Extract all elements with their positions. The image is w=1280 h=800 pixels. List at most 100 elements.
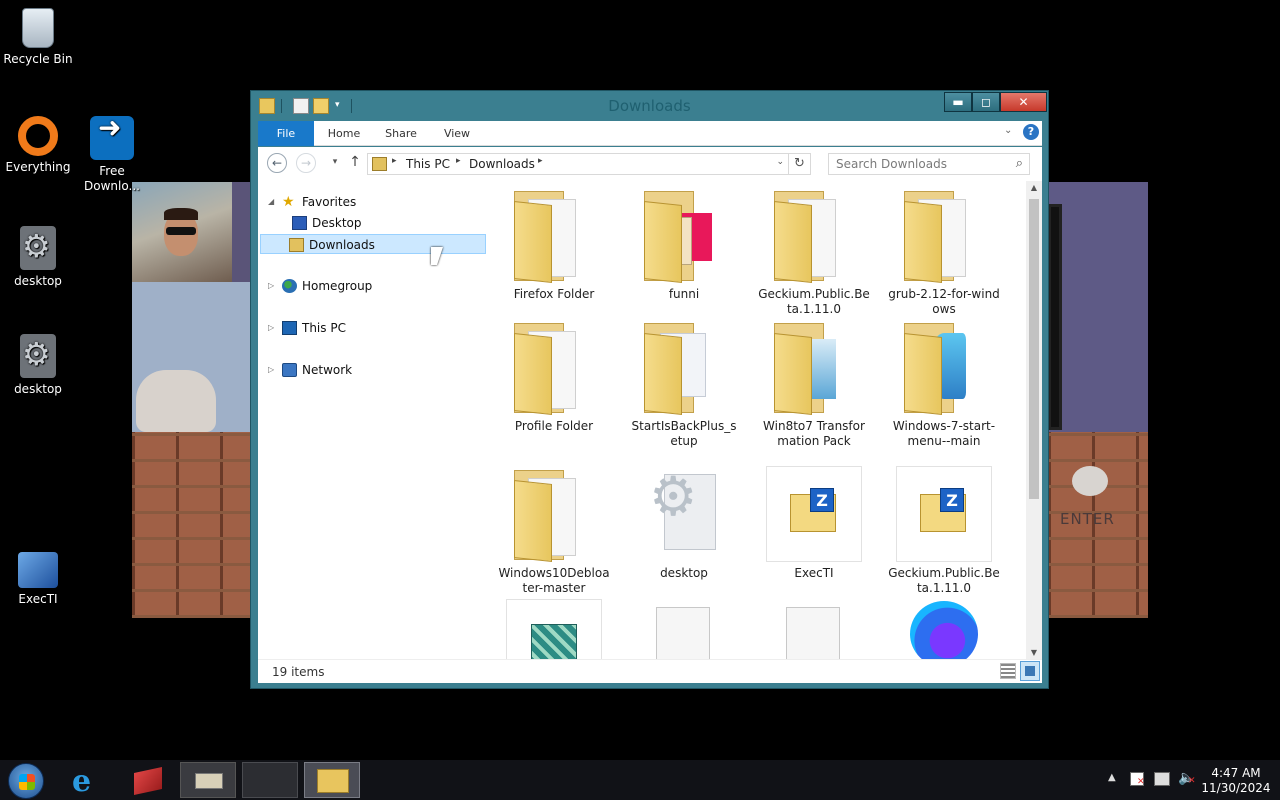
desktop-icon-free-download-manager[interactable]: Free Downlo... — [74, 116, 150, 194]
action-center-flag-icon[interactable] — [1130, 772, 1145, 787]
file-item-zip[interactable]: Z Geckium.Public.Beta.1.11.0 — [888, 466, 1000, 596]
expand-arrow-icon[interactable]: ▷ — [268, 360, 278, 380]
maximize-button[interactable]: ◻ — [972, 92, 1000, 112]
show-hidden-icons-chevron-icon[interactable]: ▲ — [1108, 772, 1116, 783]
folder-icon — [896, 319, 992, 415]
desktop-icon-recycle-bin[interactable]: Recycle Bin — [0, 8, 76, 67]
file-item-label: Geckium.Public.Beta.1.11.0 — [888, 566, 1000, 595]
search-icon[interactable]: ⌕ — [1016, 156, 1023, 171]
desktop-icon-everything[interactable]: Everything — [0, 116, 76, 175]
file-item-settings-file[interactable]: desktop — [628, 466, 740, 581]
internet-explorer-icon: e — [72, 764, 92, 799]
downloads-icon — [372, 157, 387, 171]
folder-icon — [766, 187, 862, 283]
explorer-window: ▾ Downloads ▬ ◻ ✕ File Home Share View ⌄… — [250, 90, 1049, 689]
desktop-icon-desktop-ini[interactable]: desktop — [0, 226, 76, 289]
network-tray-icon[interactable] — [1154, 772, 1170, 786]
start-button[interactable] — [8, 763, 44, 799]
file-item-folder[interactable]: Windows-7-start-menu--main — [888, 319, 1000, 449]
tab-file[interactable]: File — [258, 121, 314, 146]
expand-arrow-icon[interactable]: ▷ — [268, 318, 278, 338]
file-item-folder[interactable]: Profile Folder — [498, 319, 610, 434]
taskbar-file-explorer[interactable] — [304, 762, 360, 798]
scrollbar-thumb[interactable] — [1029, 199, 1039, 499]
expand-arrow-icon[interactable]: ▷ — [268, 276, 278, 296]
taskbar-internet-explorer[interactable]: e — [60, 762, 116, 799]
nav-item-network[interactable]: ▷ Network — [268, 360, 488, 380]
file-item-folder[interactable]: grub-2.12-for-windows — [888, 187, 1000, 317]
nav-item-this-pc[interactable]: ▷ This PC — [268, 318, 488, 338]
ribbon-tabs: File Home Share View ⌄ ? — [258, 121, 1042, 146]
network-icon — [282, 363, 297, 377]
scanner-icon — [195, 773, 223, 789]
title-bar[interactable]: ▾ Downloads ▬ ◻ ✕ — [251, 91, 1048, 121]
breadcrumb-this-pc[interactable]: This PC — [406, 157, 450, 171]
taskbar-running-app[interactable] — [242, 762, 298, 798]
tab-home[interactable]: Home — [320, 121, 368, 146]
forward-button[interactable]: → — [296, 153, 316, 173]
expand-ribbon-chevron-icon[interactable]: ⌄ — [1004, 125, 1012, 136]
folder-icon — [506, 466, 602, 562]
taskbar-scanner-app[interactable] — [180, 762, 236, 798]
folder-icon — [636, 319, 732, 415]
minimize-button[interactable]: ▬ — [944, 92, 972, 112]
nav-item-favorites[interactable]: ◢ ★ Favorites — [268, 192, 488, 212]
desktop-icon-label: Everything — [5, 160, 71, 174]
file-item-label: funni — [668, 287, 700, 301]
file-item-folder[interactable]: StartIsBackPlus_setup — [628, 319, 740, 449]
execti-shield-icon — [18, 552, 58, 588]
nav-item-label: Network — [302, 363, 353, 377]
file-item-label: Geckium.Public.Beta.1.11.0 — [758, 287, 870, 316]
desktop-icon-label: desktop — [14, 382, 62, 396]
nav-item-desktop[interactable]: Desktop — [278, 213, 484, 233]
mouse-cursor-icon — [431, 247, 443, 265]
navigation-pane: ◢ ★ Favorites Desktop Downloads ▷ Homegr… — [258, 181, 488, 659]
file-item-firefox[interactable] — [888, 599, 1000, 659]
desktop-icon-label: desktop — [14, 274, 62, 288]
search-box[interactable]: ⌕ — [828, 153, 1030, 175]
breadcrumb-separator[interactable]: ▸ — [392, 156, 397, 166]
explorer-body: ◢ ★ Favorites Desktop Downloads ▷ Homegr… — [258, 181, 1042, 659]
close-button[interactable]: ✕ — [1000, 92, 1047, 112]
background-dark-panel — [1048, 204, 1062, 430]
file-item-folder[interactable]: Geckium.Public.Beta.1.11.0 — [758, 187, 870, 317]
file-item-folder[interactable]: Win8to7 Transformation Pack — [758, 319, 870, 449]
refresh-button[interactable]: ↻ — [789, 153, 811, 175]
file-item-file[interactable] — [758, 599, 870, 659]
breadcrumb-separator[interactable]: ▸ — [456, 156, 461, 166]
back-button[interactable]: ← — [267, 153, 287, 173]
file-item-zip[interactable]: Z ExecTI — [758, 466, 870, 581]
nav-item-downloads[interactable]: Downloads — [260, 234, 486, 254]
tab-view[interactable]: View — [434, 121, 480, 146]
file-item-folder[interactable]: funni — [628, 187, 740, 302]
tab-share[interactable]: Share — [376, 121, 426, 146]
breadcrumb-downloads[interactable]: Downloads — [469, 157, 535, 171]
collapse-arrow-icon[interactable]: ◢ — [268, 192, 278, 212]
up-button[interactable]: ↑ — [345, 153, 365, 173]
vertical-scrollbar[interactable]: ▲ ▼ — [1026, 181, 1042, 659]
desktop-icon-desktop-ini-2[interactable]: desktop — [0, 334, 76, 397]
desktop-icon-execti[interactable]: ExecTI — [0, 552, 76, 607]
nav-item-homegroup[interactable]: ▷ Homegroup — [268, 276, 488, 296]
details-view-icon[interactable] — [1000, 663, 1016, 679]
large-icons-view-icon[interactable] — [1020, 661, 1040, 681]
help-icon[interactable]: ? — [1023, 124, 1039, 140]
address-bar[interactable]: ▸ This PC ▸ Downloads ▸ ⌄ — [367, 153, 789, 175]
taskbar-app-box[interactable] — [120, 762, 176, 798]
free-download-manager-icon — [90, 116, 134, 160]
recent-locations-chevron-icon[interactable]: ▾ — [325, 153, 345, 173]
settings-file-icon — [20, 334, 56, 378]
system-clock[interactable]: 4:47 AM 11/30/2024 — [1200, 766, 1272, 796]
window-title: Downloads — [608, 97, 691, 115]
file-explorer-icon — [317, 769, 349, 793]
file-item-folder[interactable]: Firefox Folder — [498, 187, 610, 302]
search-input[interactable] — [829, 154, 1007, 174]
file-item-file[interactable] — [628, 599, 740, 659]
breadcrumb-separator[interactable]: ▸ — [538, 156, 543, 166]
folder-icon — [506, 187, 602, 283]
file-item-installer[interactable] — [498, 599, 610, 659]
address-history-chevron-icon[interactable]: ⌄ — [776, 157, 784, 167]
file-item-folder[interactable]: Windows10Debloater-master — [498, 466, 610, 596]
scroll-down-arrow-icon[interactable]: ▼ — [1026, 648, 1042, 657]
scroll-up-arrow-icon[interactable]: ▲ — [1026, 183, 1042, 192]
